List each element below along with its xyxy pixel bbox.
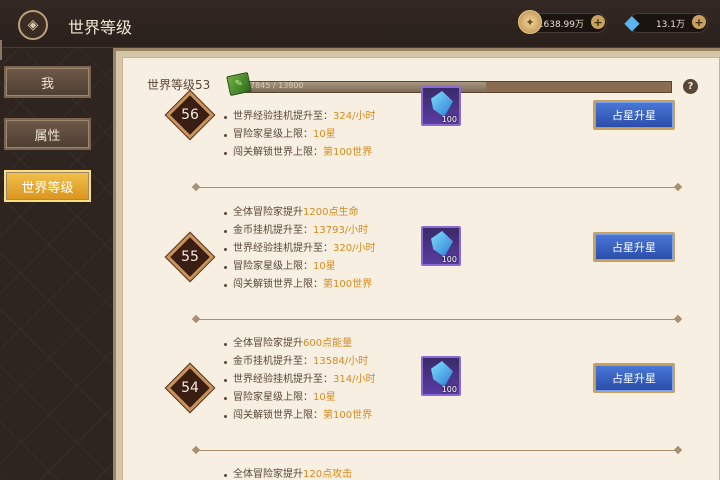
tab-me-label: 我 xyxy=(40,76,54,92)
gold-value: 1638.99万 xyxy=(537,19,584,30)
blue-crystal-item-icon xyxy=(431,91,453,117)
list-item: 世界经验挂机提升至：314/小时 xyxy=(224,371,375,389)
divider xyxy=(197,450,677,451)
tab-world-level[interactable]: 世界等级 xyxy=(4,170,91,202)
level-badge-number: 54 xyxy=(181,380,199,396)
world-level-panel: 世界等级53 7845 / 13800 ✎ ? 56 世界经验挂机提升至：324… xyxy=(113,48,720,480)
list-item: 闯关解锁世界上限：第100世界 xyxy=(224,144,375,162)
tab-me[interactable]: 我 xyxy=(4,66,91,98)
bonus-list: 全体冒险家提升120点攻击 xyxy=(224,466,352,480)
blue-crystal-item-icon xyxy=(431,231,453,257)
list-item: 冒险家星级上限：10星 xyxy=(224,258,375,276)
list-item: 冒险家星级上限：10星 xyxy=(224,126,375,144)
tab-world-level-label: 世界等级 xyxy=(21,180,74,196)
reward-item[interactable]: 100 xyxy=(421,86,461,126)
star-upgrade-button[interactable]: 占星升星 xyxy=(593,100,675,130)
question-icon[interactable]: ? xyxy=(683,79,698,94)
reward-count: 100 xyxy=(441,385,457,394)
list-item: 世界经验挂机提升至：324/小时 xyxy=(224,108,375,126)
list-item: 世界经验挂机提升至：320/小时 xyxy=(224,240,375,258)
level-badge-number: 56 xyxy=(181,107,199,123)
reward-count: 100 xyxy=(441,115,457,124)
exp-progress-text: 7845 / 13800 xyxy=(250,81,304,90)
list-item: 闯关解锁世界上限：第100世界 xyxy=(224,407,375,425)
star-upgrade-button[interactable]: 占星升星 xyxy=(593,232,675,262)
back-emblem-icon[interactable]: ◈ xyxy=(18,10,48,40)
list-item: 金币挂机提升至：13793/小时 xyxy=(224,222,375,240)
crystal-icon: ◆ xyxy=(624,10,640,34)
world-level-label: 世界等级53 xyxy=(147,78,211,92)
list-item: 全体冒险家提升120点攻击 xyxy=(224,466,352,480)
reward-item[interactable]: 100 xyxy=(421,356,461,396)
list-item: 全体冒险家提升600点能量 xyxy=(224,335,375,353)
panel-content: 世界等级53 7845 / 13800 ✎ ? 56 世界经验挂机提升至：324… xyxy=(122,57,720,480)
bonus-list: 全体冒险家提升600点能量 金币挂机提升至：13584/小时 世界经验挂机提升至… xyxy=(224,335,375,425)
sidebar-edge xyxy=(0,40,2,60)
page-title: 世界等级 xyxy=(68,18,133,37)
tab-attributes[interactable]: 属性 xyxy=(4,118,91,150)
blue-crystal-item-icon xyxy=(431,361,453,387)
list-item: 全体冒险家提升1200点生命 xyxy=(224,204,375,222)
add-gems-button[interactable]: + xyxy=(692,15,706,29)
divider xyxy=(197,187,677,188)
bonus-list: 全体冒险家提升1200点生命 金币挂机提升至：13793/小时 世界经验挂机提升… xyxy=(224,204,375,294)
level-badge-number: 55 xyxy=(181,249,199,265)
reward-count: 100 xyxy=(441,255,457,264)
reward-item[interactable]: 100 xyxy=(421,226,461,266)
top-bar: ◈ 世界等级 1638.99万 ✦ + 13.1万 ◆ + xyxy=(0,0,720,48)
gem-value: 13.1万 xyxy=(655,19,685,30)
add-gold-button[interactable]: + xyxy=(591,15,605,29)
list-item: 冒险家星级上限：10星 xyxy=(224,389,375,407)
list-item: 金币挂机提升至：13584/小时 xyxy=(224,353,375,371)
list-item: 闯关解锁世界上限：第100世界 xyxy=(224,276,375,294)
divider xyxy=(197,319,677,320)
tab-attributes-label: 属性 xyxy=(34,128,61,144)
star-upgrade-button[interactable]: 占星升星 xyxy=(593,363,675,393)
coin-icon: ✦ xyxy=(518,10,542,34)
bonus-list: 世界经验挂机提升至：324/小时 冒险家星级上限：10星 闯关解锁世界上限：第1… xyxy=(224,108,375,162)
